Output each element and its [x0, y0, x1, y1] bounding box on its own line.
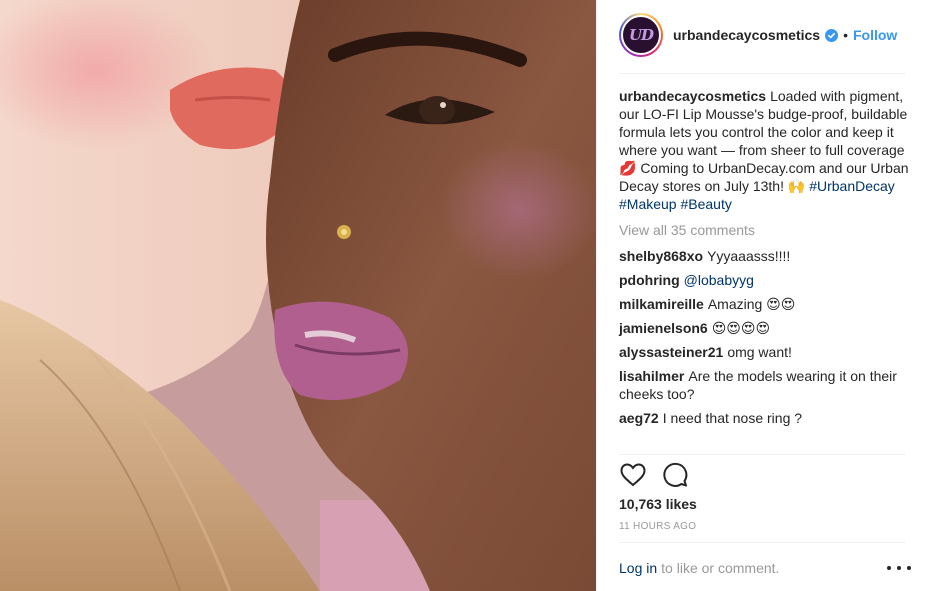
likes-count[interactable]: 10,763 likes	[619, 496, 697, 512]
comment-text: Amazing 😍😍	[707, 296, 796, 312]
comments-section: urbandecaycosmetics Loaded with pigment, …	[619, 87, 909, 433]
comment-username[interactable]: jamienelson6	[619, 320, 708, 336]
login-link[interactable]: Log in	[619, 560, 657, 576]
hashtag-link[interactable]: #Makeup	[619, 196, 677, 212]
comment-item: pdohring @lobabyyg	[619, 271, 909, 289]
divider	[619, 542, 905, 543]
post-timestamp[interactable]: 11 HOURS AGO	[619, 521, 696, 532]
comment-item: jamienelson6 😍😍😍😍	[619, 319, 909, 337]
comment-icon[interactable]	[661, 461, 689, 489]
post-actions	[619, 460, 703, 490]
follow-button[interactable]: Follow	[853, 27, 897, 43]
heart-icon[interactable]	[619, 461, 647, 489]
avatar[interactable]: UD	[619, 13, 663, 57]
hashtag-link[interactable]: #Beauty	[680, 196, 731, 212]
hashtag-link[interactable]: #UrbanDecay	[809, 178, 895, 194]
post-caption: urbandecaycosmetics Loaded with pigment, …	[619, 87, 909, 213]
comment-item: aeg72 I need that nose ring ?	[619, 409, 909, 427]
comment-text: omg want!	[727, 344, 792, 360]
comment-username[interactable]: milkamireille	[619, 296, 704, 312]
comment-username[interactable]: lisahilmer	[619, 368, 684, 384]
avatar-logo-text: UD	[628, 26, 654, 44]
avatar-image: UD	[621, 15, 661, 55]
comment-text: 😍😍😍😍	[711, 320, 771, 336]
login-prompt-text: to like or comment.	[661, 560, 780, 576]
caption-username[interactable]: urbandecaycosmetics	[619, 88, 766, 104]
comment-username[interactable]: pdohring	[619, 272, 680, 288]
comment-item: shelby868xo Yyyaaasss!!!!	[619, 247, 909, 265]
comment-text: Yyyaaasss!!!!	[707, 248, 791, 264]
post-image	[0, 0, 596, 591]
comment-username[interactable]: aeg72	[619, 410, 659, 426]
post-author-username[interactable]: urbandecaycosmetics	[673, 27, 820, 43]
comment-item: alyssasteiner21 omg want!	[619, 343, 909, 361]
comment-item: lisahilmer Are the models wearing it on t…	[619, 367, 909, 403]
separator-dot: •	[843, 27, 848, 43]
verified-badge-icon	[825, 28, 839, 42]
post-side-panel: UD urbandecaycosmetics • Follow urbandec…	[596, 0, 926, 591]
more-options-icon[interactable]	[887, 560, 911, 576]
divider	[619, 73, 905, 74]
comment-item: milkamireille Amazing 😍😍	[619, 295, 909, 313]
comment-username[interactable]: alyssasteiner21	[619, 344, 723, 360]
post-header: UD urbandecaycosmetics • Follow	[619, 12, 909, 58]
login-prompt: Log in to like or comment.	[619, 560, 911, 576]
comment-username[interactable]: shelby868xo	[619, 248, 703, 264]
view-all-comments-link[interactable]: View all 35 comments	[619, 221, 909, 239]
comment-mention-link[interactable]: @lobabyyg	[684, 272, 754, 288]
post-photo[interactable]	[0, 0, 596, 591]
divider	[619, 454, 905, 455]
comment-text: I need that nose ring ?	[662, 410, 803, 426]
